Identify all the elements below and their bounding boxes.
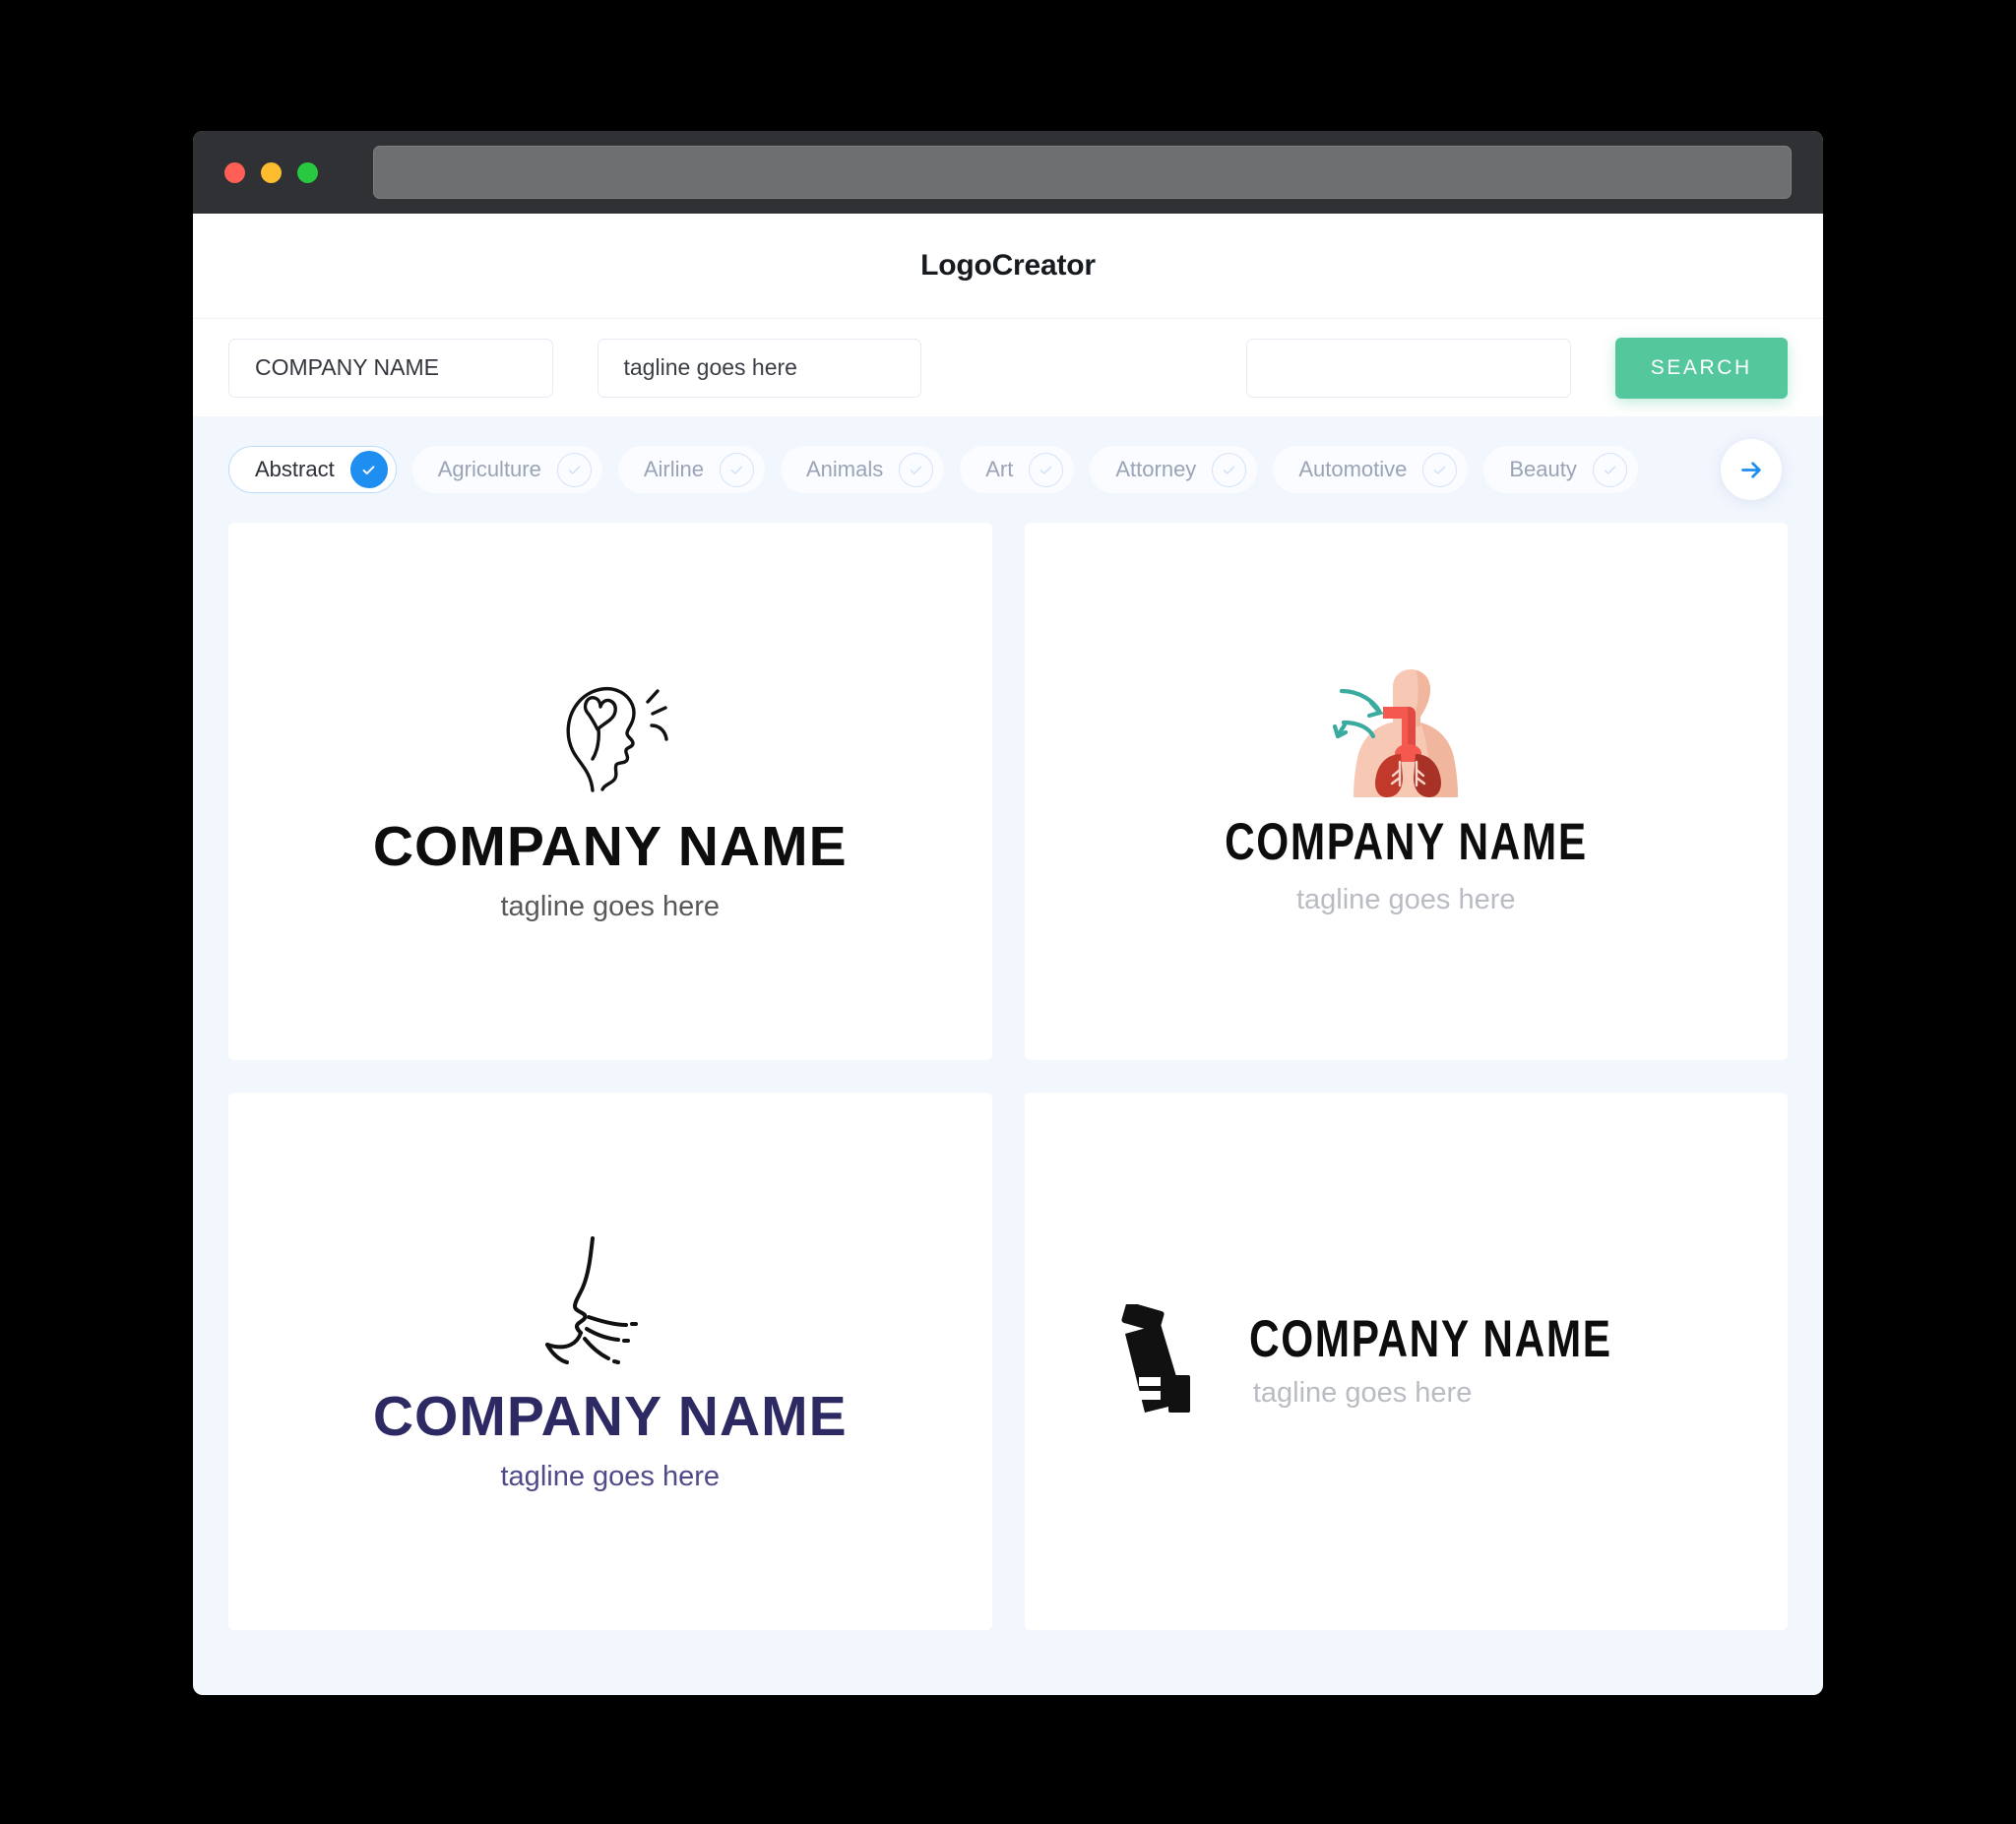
logo-preview: COMPANY NAME tagline goes here	[373, 660, 848, 923]
check-icon	[349, 451, 388, 488]
logo-card-respiratory[interactable]: COMPANY NAME tagline goes here	[1024, 523, 1788, 1060]
category-chip-animals[interactable]: Animals	[781, 446, 945, 493]
logo-tagline: tagline goes here	[500, 890, 721, 922]
category-chip-art[interactable]: Art	[960, 446, 1075, 493]
category-chip-abstract[interactable]: Abstract	[228, 446, 397, 493]
next-categories-button[interactable]	[1721, 439, 1782, 500]
search-toolbar: COMPANY NAME tagline goes here SEARCH	[193, 318, 1823, 416]
check-icon	[720, 452, 754, 487]
check-icon	[1212, 452, 1247, 487]
traffic-lights	[224, 161, 318, 183]
app-header: LogoCreator	[193, 214, 1823, 318]
keyword-input[interactable]	[1246, 338, 1571, 398]
logo-company-name: COMPANY NAME	[372, 1384, 848, 1448]
logo-company-name: COMPANY NAME	[372, 814, 848, 878]
category-chip-attorney[interactable]: Attorney	[1090, 446, 1258, 493]
category-chip-automotive[interactable]: Automotive	[1273, 446, 1469, 493]
arrow-right-icon	[1740, 461, 1761, 478]
category-filter-bar: Abstract Agriculture Airline Animals Art	[193, 416, 1823, 523]
logo-tagline: tagline goes here	[1295, 883, 1516, 915]
head-profile-heart-icon	[532, 660, 689, 813]
category-chip-beauty[interactable]: Beauty	[1483, 446, 1638, 493]
maximize-window-button[interactable]	[297, 161, 318, 183]
url-bar[interactable]	[373, 146, 1792, 199]
category-chip-label: Agriculture	[437, 457, 541, 481]
search-button[interactable]: SEARCH	[1614, 337, 1789, 399]
category-chip-label: Beauty	[1509, 457, 1577, 481]
logo-preview: COMPANY NAME tagline goes here	[373, 1230, 848, 1493]
logo-card-face-sneeze[interactable]: COMPANY NAME tagline goes here	[228, 1093, 992, 1630]
category-chip-label: Attorney	[1115, 457, 1197, 481]
tagline-input[interactable]: tagline goes here	[597, 338, 921, 398]
browser-titlebar	[193, 131, 1823, 214]
check-icon	[1029, 452, 1064, 487]
close-window-button[interactable]	[224, 161, 245, 183]
logo-results-grid: COMPANY NAME tagline goes here COMPANY N…	[193, 523, 1823, 1666]
minimize-window-button[interactable]	[261, 161, 282, 183]
logo-tagline: tagline goes here	[1252, 1377, 1473, 1409]
company-name-input[interactable]: COMPANY NAME	[228, 338, 553, 398]
asthma-inhaler-icon	[1109, 1301, 1216, 1419]
check-icon	[1592, 452, 1627, 487]
check-icon	[556, 452, 592, 487]
logo-text-block: COMPANY NAME tagline goes here	[1249, 1313, 1703, 1410]
face-profile-sneeze-icon	[532, 1230, 689, 1383]
check-icon	[1422, 452, 1458, 487]
logo-preview: COMPANY NAME tagline goes here	[1179, 667, 1633, 916]
category-chip-label: Art	[985, 457, 1014, 481]
category-chip-label: Airline	[643, 457, 704, 481]
category-chip-label: Automotive	[1298, 457, 1408, 481]
logo-company-name: COMPANY NAME	[1224, 812, 1588, 871]
category-chip-label: Animals	[806, 457, 884, 481]
category-chip-agriculture[interactable]: Agriculture	[411, 446, 602, 493]
check-icon	[899, 452, 934, 487]
browser-window: LogoCreator COMPANY NAME tagline goes he…	[193, 131, 1823, 1695]
page-title: LogoCreator	[920, 249, 1096, 282]
logo-tagline: tagline goes here	[500, 1460, 721, 1492]
logo-company-name: COMPANY NAME	[1248, 1310, 1612, 1368]
category-chip-airline[interactable]: Airline	[617, 446, 765, 493]
logo-card-head-heart[interactable]: COMPANY NAME tagline goes here	[228, 523, 992, 1060]
logo-preview: COMPANY NAME tagline goes here	[1109, 1301, 1703, 1419]
category-chip-label: Abstract	[255, 457, 335, 481]
logo-card-inhaler[interactable]: COMPANY NAME tagline goes here	[1024, 1093, 1788, 1630]
respiratory-lungs-icon	[1332, 667, 1480, 810]
